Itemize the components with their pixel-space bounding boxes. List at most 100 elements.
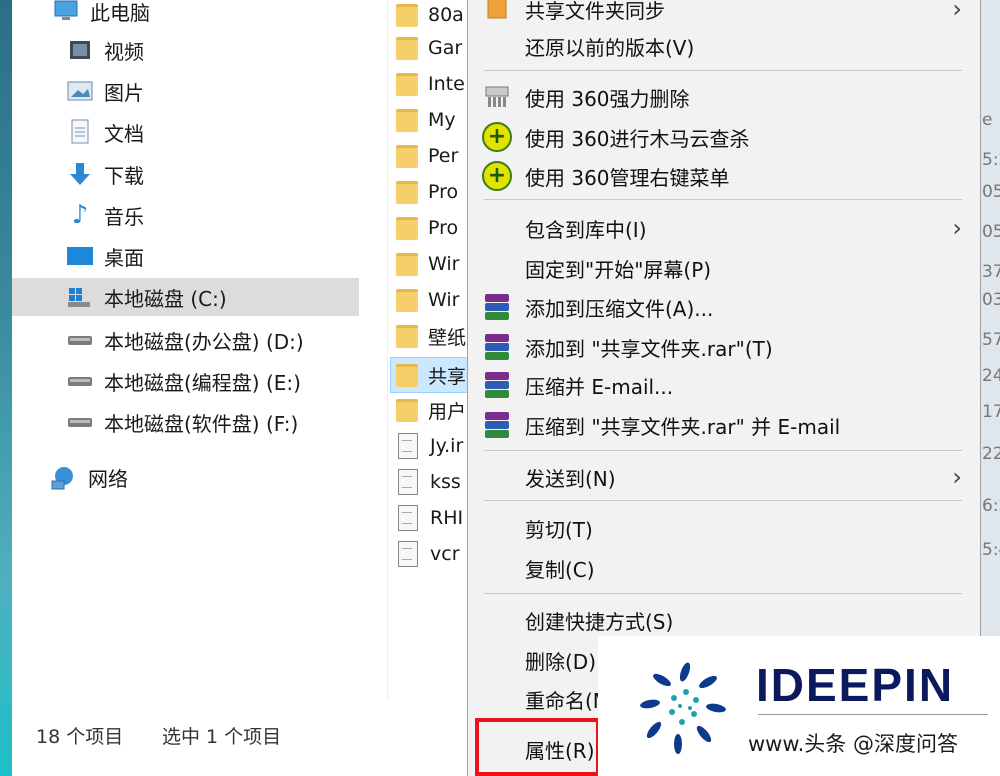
file-item[interactable]: My — [396, 103, 456, 137]
folder-icon — [396, 324, 418, 348]
menu-item[interactable]: 添加到 "共享文件夹.rar"(T) — [468, 328, 978, 366]
file-name: Inte — [428, 73, 465, 95]
folder-icon — [396, 3, 418, 27]
right-edge-timestamp: 03 — [982, 290, 1000, 310]
nav-item-label: 视频 — [104, 39, 144, 64]
picture-icon — [64, 78, 96, 104]
watermark-brand: IDEEPIN — [756, 659, 955, 711]
navigation-pane: 此电脑 视频 图片 文档 下载 ♪ 音乐 桌面 本地磁盘 (C:) 本地磁盘(办… — [12, 0, 387, 520]
nav-item-downloads[interactable]: 下载 — [64, 155, 144, 193]
nav-item-drive-e[interactable]: 本地磁盘(编程盘) (E:) — [64, 362, 301, 400]
windows-drive-icon — [64, 284, 96, 310]
menu-item-label: 发送到(N) — [525, 466, 616, 491]
nav-item-music[interactable]: ♪ 音乐 — [64, 196, 144, 234]
menu-item[interactable]: 固定到"开始"屏幕(P) — [468, 249, 978, 287]
right-edge-timestamp: 17 — [982, 402, 1000, 422]
menu-item[interactable]: 压缩并 E-mail... — [468, 366, 978, 404]
file-item[interactable]: Pro — [396, 211, 458, 245]
nav-item-this-pc[interactable]: 此电脑 — [50, 0, 150, 30]
file-name: My — [428, 109, 456, 131]
menu-item[interactable]: + 使用 360管理右键菜单 — [468, 157, 978, 195]
nav-item-pictures[interactable]: 图片 — [64, 72, 144, 110]
menu-separator — [484, 199, 962, 200]
menu-item[interactable]: 压缩到 "共享文件夹.rar" 并 E-mail — [468, 406, 978, 444]
nav-item-network[interactable]: 网络 — [48, 458, 128, 496]
nav-item-label: 本地磁盘(编程盘) (E:) — [104, 370, 301, 395]
menu-item[interactable]: + 使用 360进行木马云查杀 — [468, 118, 978, 156]
sync-icon — [482, 0, 512, 24]
menu-item-label: 压缩到 "共享文件夹.rar" 并 E-mail — [525, 414, 841, 439]
menu-item[interactable]: 包含到库中(I) › — [468, 209, 978, 247]
nav-item-documents[interactable]: 文档 — [64, 113, 144, 151]
file-item[interactable]: 80a — [396, 0, 464, 32]
nav-item-videos[interactable]: 视频 — [64, 31, 144, 69]
nav-item-drive-d[interactable]: 本地磁盘(办公盘) (D:) — [64, 321, 304, 359]
nav-item-desktop[interactable]: 桌面 — [64, 237, 144, 275]
status-bar: 18 个项目 选中 1 个项目 — [12, 700, 467, 776]
file-name: Wir — [428, 253, 460, 275]
selected-count: 选中 1 个项目 — [162, 726, 282, 748]
right-edge-timestamp: 6:2 — [982, 496, 1000, 516]
file-item[interactable]: 用户 — [396, 393, 466, 427]
winrar-icon — [482, 292, 512, 322]
file-item[interactable]: Wir — [396, 247, 459, 281]
menu-item-label: 使用 360管理右键菜单 — [525, 165, 730, 190]
file-name: Gar — [428, 37, 463, 59]
desktop-background-left — [0, 0, 12, 776]
menu-item-label: 添加到压缩文件(A)... — [525, 296, 714, 321]
menu-item[interactable]: 剪切(T) — [468, 509, 978, 547]
nav-item-label: 本地磁盘 (C:) — [104, 286, 227, 311]
nav-item-drive-f[interactable]: 本地磁盘(软件盘) (F:) — [64, 403, 298, 441]
file-item[interactable]: 壁纸 — [396, 319, 466, 353]
menu-item-label: 还原以前的版本(V) — [525, 35, 695, 60]
file-name: Jy.ir — [430, 435, 464, 457]
menu-item[interactable]: 发送到(N) › — [468, 458, 978, 496]
file-item[interactable]: RHI — [396, 501, 463, 535]
drive-icon — [64, 409, 96, 435]
file-name: Wir — [428, 289, 460, 311]
menu-item[interactable]: 还原以前的版本(V) — [468, 27, 978, 65]
desktop-icon — [64, 243, 96, 269]
menu-item-label: 包含到库中(I) — [525, 217, 647, 242]
file-item[interactable]: kss — [396, 465, 461, 499]
item-count: 18 个项目 — [36, 726, 124, 748]
right-edge-timestamp: 24 — [982, 366, 1000, 386]
nav-item-label: 下载 — [104, 163, 144, 188]
file-name: 用户 — [428, 400, 467, 423]
nav-item-label: 网络 — [88, 466, 128, 491]
file-item[interactable]: Gar — [396, 31, 462, 65]
file-item[interactable]: 共享 — [390, 357, 470, 393]
right-edge-timestamp: e — [982, 110, 993, 130]
highlight-annotation — [475, 718, 600, 776]
file-item[interactable]: Per — [396, 139, 458, 173]
file-item[interactable]: vcr — [396, 537, 460, 571]
folder-icon — [396, 36, 418, 60]
menu-separator — [484, 70, 962, 71]
file-explorer-window: 此电脑 视频 图片 文档 下载 ♪ 音乐 桌面 本地磁盘 (C:) 本地磁盘(办… — [12, 0, 470, 776]
file-item[interactable]: Pro — [396, 175, 458, 209]
right-edge-timestamp: 05 — [982, 182, 1000, 202]
nav-item-label: 文档 — [104, 121, 144, 146]
menu-item[interactable]: 添加到压缩文件(A)... — [468, 288, 978, 326]
folder-icon — [396, 398, 418, 422]
menu-item-label: 固定到"开始"屏幕(P) — [525, 257, 712, 282]
file-name: Per — [428, 145, 459, 167]
folder-icon — [396, 180, 418, 204]
shredder-icon — [482, 82, 512, 112]
document-icon — [64, 119, 96, 145]
menu-item[interactable]: 使用 360强力删除 — [468, 78, 978, 116]
nav-item-drive-c[interactable]: 本地磁盘 (C:) — [12, 278, 359, 316]
menu-separator — [484, 593, 962, 594]
folder-icon — [396, 144, 418, 168]
right-edge-timestamp: 37 — [982, 262, 1000, 282]
file-item[interactable]: Inte — [396, 67, 465, 101]
watermark-url-prefix: www. — [748, 732, 805, 756]
folder-icon — [396, 108, 418, 132]
menu-item[interactable]: 复制(C) — [468, 549, 978, 587]
menu-item[interactable]: 创建快捷方式(S) — [468, 601, 978, 639]
file-name: Pro — [428, 181, 459, 203]
menu-item[interactable]: 共享文件夹同步 › — [468, 0, 978, 28]
file-item[interactable]: Jy.ir — [396, 429, 463, 463]
file-item[interactable]: Wir — [396, 283, 459, 317]
right-edge-timestamp: 05 — [982, 222, 1000, 242]
